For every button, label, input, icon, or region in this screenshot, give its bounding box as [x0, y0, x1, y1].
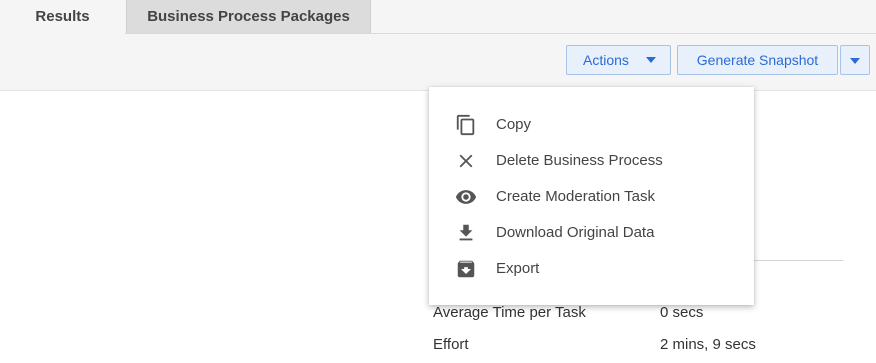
tab-bar: Results Business Process Packages — [0, 0, 876, 34]
stat-label-average-time: Average Time per Task — [433, 304, 586, 321]
stat-value-average-time: 0 secs — [660, 304, 704, 321]
generate-snapshot-label: Generate Snapshot — [696, 52, 819, 68]
menu-item-label: Delete Business Process — [496, 152, 663, 169]
snapshot-dropdown-button[interactable] — [840, 45, 870, 75]
menu-item-label: Export — [496, 260, 540, 277]
menu-item-label: Download Original Data — [496, 224, 655, 241]
tab-business-process-packages[interactable]: Business Process Packages — [126, 0, 371, 33]
actions-button-label: Actions — [583, 52, 629, 68]
archive-icon — [455, 258, 477, 280]
menu-item-export[interactable]: Export — [429, 251, 754, 287]
generate-snapshot-button[interactable]: Generate Snapshot — [677, 45, 838, 75]
chevron-down-icon — [850, 58, 860, 64]
chevron-down-icon — [646, 57, 656, 63]
tab-results[interactable]: Results — [0, 0, 125, 34]
menu-item-download-original-data[interactable]: Download Original Data — [429, 215, 754, 251]
copy-icon — [455, 114, 477, 136]
menu-item-label: Copy — [496, 116, 532, 133]
menu-item-copy[interactable]: Copy — [429, 107, 754, 143]
toolbar: Actions Generate Snapshot — [0, 34, 876, 91]
actions-button[interactable]: Actions — [566, 45, 671, 75]
menu-item-label: Create Moderation Task — [496, 188, 655, 205]
eye-icon — [455, 186, 477, 208]
stat-value-effort: 2 mins, 9 secs — [660, 336, 756, 353]
actions-menu: Copy Delete Business Process Create Mode… — [429, 87, 754, 305]
stat-label-effort: Effort — [433, 336, 469, 353]
menu-item-create-moderation-task[interactable]: Create Moderation Task — [429, 179, 754, 215]
menu-item-delete-business-process[interactable]: Delete Business Process — [429, 143, 754, 179]
download-icon — [455, 222, 477, 244]
close-icon — [455, 150, 477, 172]
